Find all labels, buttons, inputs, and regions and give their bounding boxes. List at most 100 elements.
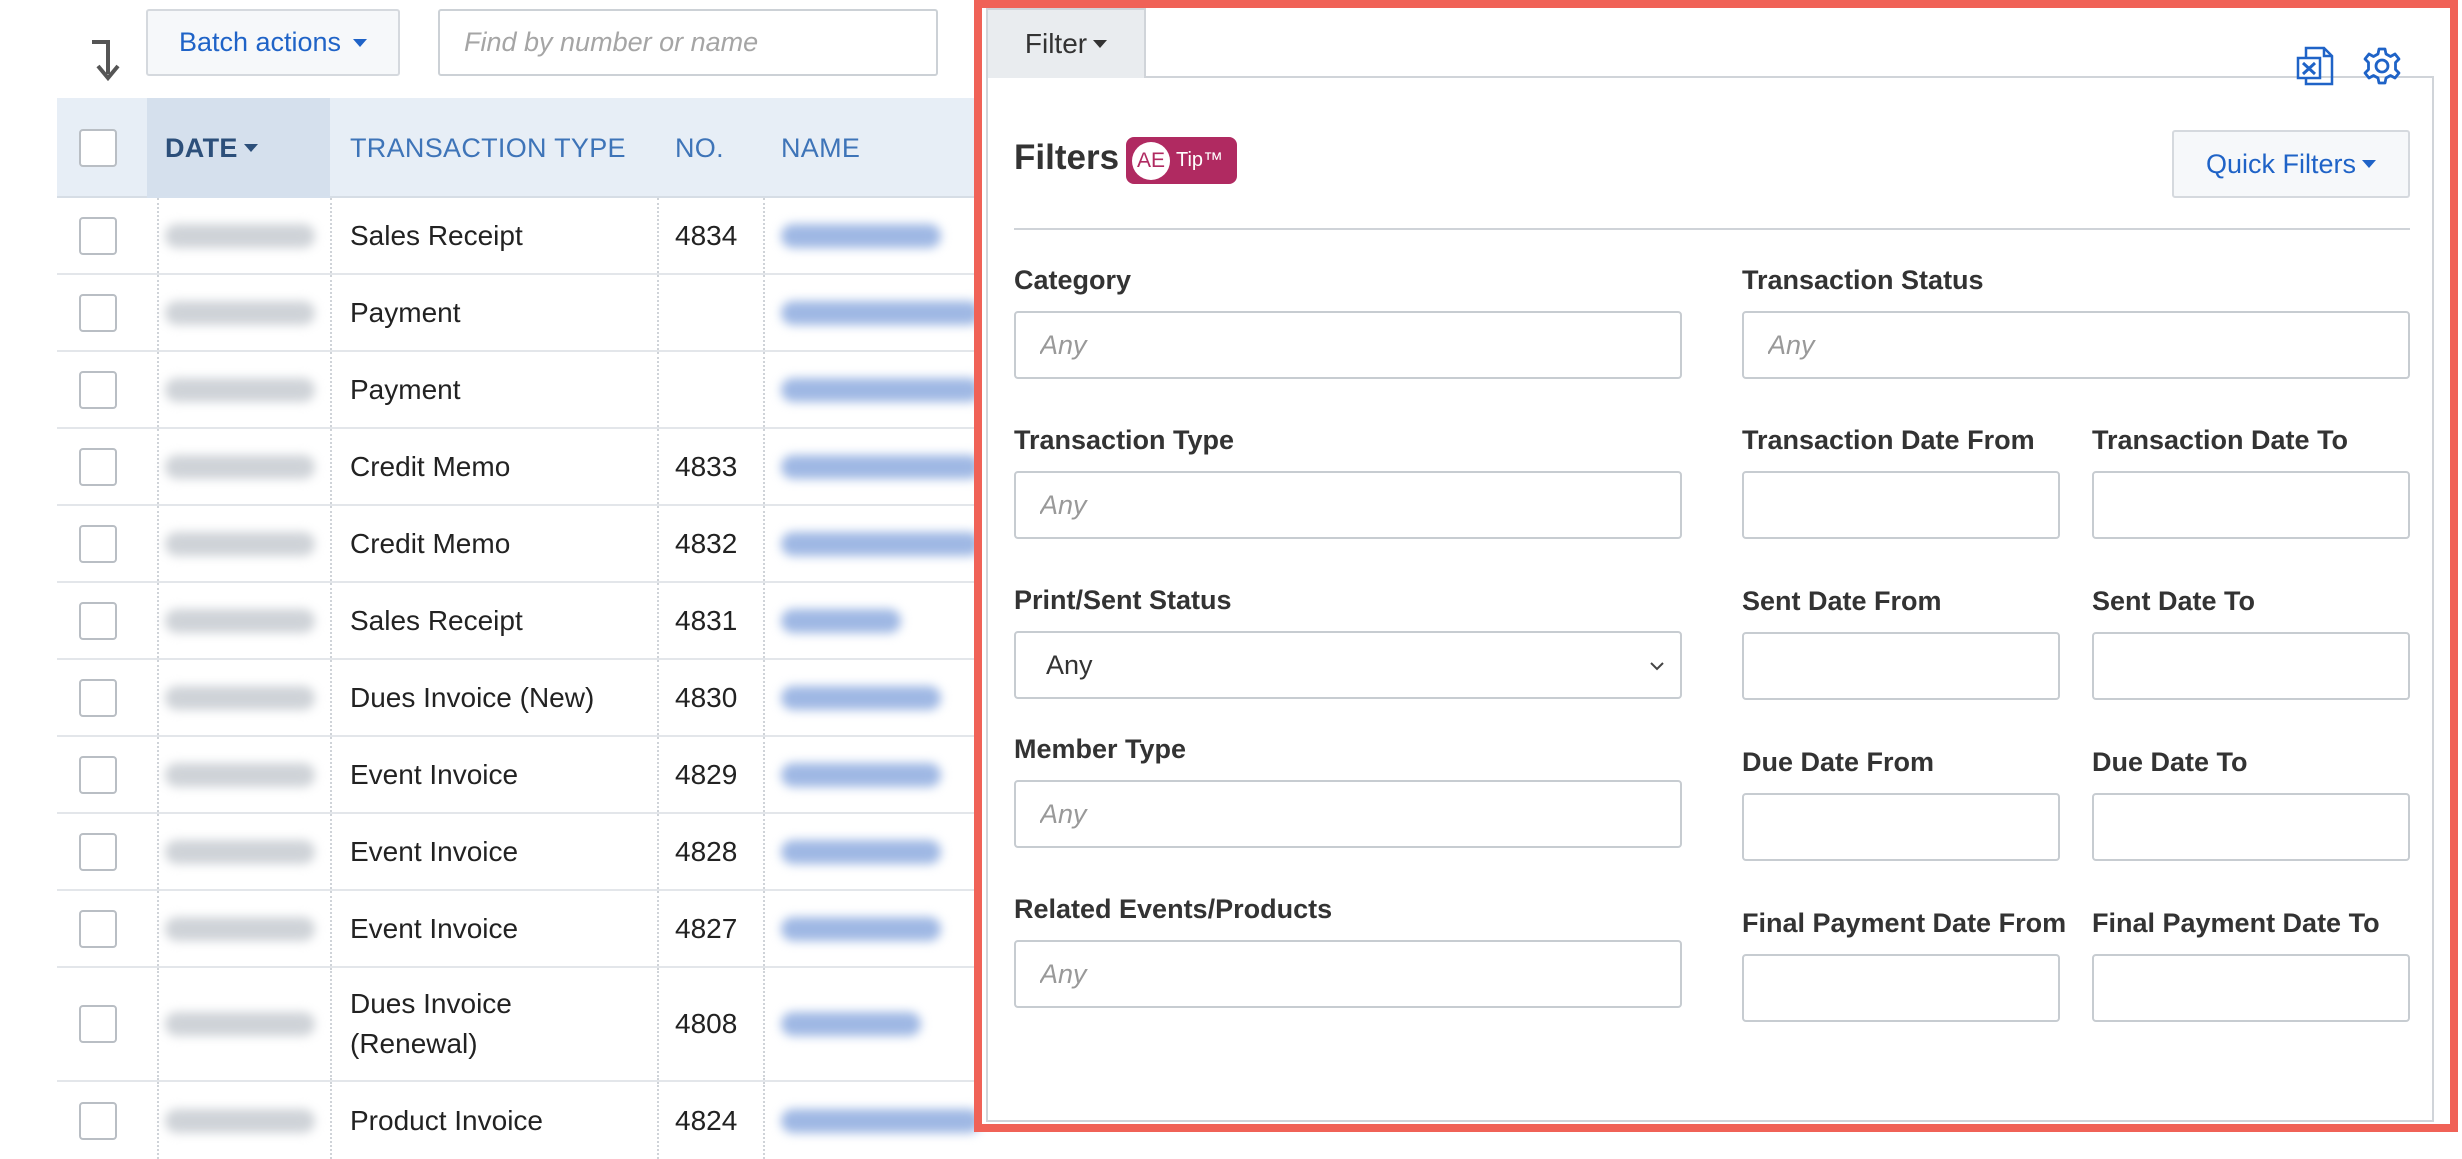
- sent-date-from-label: Sent Date From: [1742, 586, 1942, 616]
- row-checkbox[interactable]: [79, 524, 117, 563]
- row-checkbox[interactable]: [79, 832, 117, 871]
- member-type-label: Member Type: [1014, 734, 1187, 764]
- date-value-redacted: [165, 762, 315, 787]
- name-link-redacted[interactable]: [781, 531, 981, 556]
- print-sent-status-label: Print/Sent Status: [1014, 585, 1232, 615]
- number-cell: 4830: [675, 681, 738, 713]
- chevron-down-icon: [1650, 662, 1664, 671]
- table-row[interactable]: Event Invoice 4829: [57, 737, 1117, 814]
- excel-export-icon[interactable]: [2294, 44, 2338, 88]
- transaction-status-input[interactable]: [1742, 311, 2410, 379]
- column-header-type-label: TRANSACTION TYPE: [350, 132, 626, 163]
- sent-date-from-input[interactable]: [1742, 632, 2060, 700]
- transaction-type-cell: Dues Invoice (Renewal): [350, 968, 512, 1080]
- caret-down-icon: [2362, 160, 2377, 168]
- print-sent-status-value: Any: [1046, 649, 1093, 680]
- name-link-redacted[interactable]: [781, 916, 941, 941]
- number-cell: 4831: [675, 604, 738, 636]
- name-link-redacted[interactable]: [781, 1012, 921, 1036]
- column-header-date[interactable]: DATE: [147, 98, 330, 198]
- row-checkbox[interactable]: [79, 909, 117, 948]
- select-all-checkbox[interactable]: [79, 129, 117, 167]
- table-row[interactable]: Dues Invoice (New) 4830: [57, 660, 1117, 737]
- caret-down-icon: [353, 38, 368, 47]
- category-label: Category: [1014, 265, 1132, 295]
- row-checkbox[interactable]: [79, 1101, 117, 1140]
- table-row[interactable]: Product Invoice 4824: [57, 1082, 1117, 1159]
- transaction-type-cell: Payment: [350, 373, 461, 405]
- transaction-date-to-input[interactable]: [2092, 471, 2410, 539]
- name-link-redacted[interactable]: [781, 377, 981, 402]
- date-value-redacted: [165, 685, 315, 710]
- quick-filters-label: Quick Filters: [2205, 148, 2357, 179]
- date-value-redacted: [165, 608, 315, 633]
- row-checkbox[interactable]: [79, 447, 117, 486]
- row-checkbox[interactable]: [79, 678, 117, 717]
- name-link-redacted[interactable]: [781, 454, 981, 479]
- member-type-input[interactable]: [1014, 780, 1682, 848]
- table-row[interactable]: Dues Invoice (Renewal) 4808: [57, 968, 1117, 1082]
- number-cell: 4828: [675, 835, 738, 867]
- table-row[interactable]: Credit Memo 4832: [57, 506, 1117, 583]
- table-row[interactable]: Event Invoice 4827: [57, 891, 1117, 968]
- table-row[interactable]: Payment: [57, 352, 1117, 429]
- print-sent-status-select[interactable]: Any: [1014, 631, 1682, 699]
- due-date-from-input[interactable]: [1742, 793, 2060, 861]
- transaction-type-label: Transaction Type: [1014, 425, 1235, 455]
- row-checkbox[interactable]: [79, 370, 117, 409]
- row-checkbox[interactable]: [79, 601, 117, 640]
- name-link-redacted[interactable]: [781, 223, 941, 248]
- column-header-name[interactable]: NAME: [781, 98, 860, 198]
- column-header-name-label: NAME: [781, 132, 861, 163]
- due-date-to-input[interactable]: [2092, 793, 2410, 861]
- final-payment-to-input[interactable]: [2092, 954, 2410, 1022]
- transaction-type-cell: Credit Memo: [350, 450, 511, 482]
- name-link-redacted[interactable]: [781, 839, 941, 864]
- transaction-status-label: Transaction Status: [1742, 265, 1984, 295]
- row-checkbox[interactable]: [79, 216, 117, 255]
- date-value-redacted: [165, 1012, 315, 1036]
- table-row[interactable]: Sales Receipt 4834: [57, 198, 1117, 275]
- transaction-type-cell: Dues Invoice (New): [350, 681, 595, 713]
- transaction-date-from-input[interactable]: [1742, 471, 2060, 539]
- table-row[interactable]: Credit Memo 4833: [57, 429, 1117, 506]
- table-header: DATE TRANSACTION TYPE NO. NAME: [57, 98, 1117, 198]
- number-cell: 4833: [675, 450, 738, 482]
- number-cell: 4829: [675, 758, 738, 790]
- sent-date-to-input[interactable]: [2092, 632, 2410, 700]
- transaction-type-input[interactable]: [1014, 471, 1682, 539]
- settings-gear-icon[interactable]: [2360, 44, 2404, 88]
- transaction-date-to-label: Transaction Date To: [2092, 425, 2349, 455]
- batch-actions-label: Batch actions: [178, 27, 342, 57]
- table-row[interactable]: Payment: [57, 275, 1117, 352]
- select-all-cell: [79, 98, 117, 198]
- row-checkbox[interactable]: [79, 755, 117, 794]
- search-input[interactable]: [438, 9, 938, 76]
- name-link-redacted[interactable]: [781, 608, 901, 633]
- name-link-redacted[interactable]: [781, 762, 941, 787]
- related-events-label: Related Events/Products: [1014, 894, 1333, 924]
- column-header-number[interactable]: NO.: [675, 98, 724, 198]
- name-link-redacted[interactable]: [781, 685, 941, 710]
- sort-arrow-icon[interactable]: [86, 36, 122, 84]
- table-row[interactable]: Sales Receipt 4831: [57, 583, 1117, 660]
- number-cell: 4834: [675, 219, 738, 251]
- transaction-type-cell: Sales Receipt: [350, 604, 523, 636]
- related-events-input[interactable]: [1014, 940, 1682, 1008]
- row-checkbox[interactable]: [79, 293, 117, 332]
- final-payment-from-input[interactable]: [1742, 954, 2060, 1022]
- date-value-redacted: [165, 454, 315, 479]
- quick-filters-button[interactable]: Quick Filters: [2172, 130, 2410, 198]
- ae-tip-badge[interactable]: AE Tip™: [1126, 137, 1237, 184]
- filters-divider: [1014, 228, 2410, 230]
- number-cell: 4827: [675, 912, 738, 944]
- batch-actions-button[interactable]: Batch actions: [146, 9, 400, 76]
- table-row[interactable]: Event Invoice 4828: [57, 814, 1117, 891]
- column-header-transaction-type[interactable]: TRANSACTION TYPE: [350, 98, 626, 198]
- number-cell: 4808: [675, 1008, 738, 1039]
- name-link-redacted[interactable]: [781, 1108, 981, 1133]
- filter-toggle-button[interactable]: Filter: [986, 8, 1146, 78]
- category-input[interactable]: [1014, 311, 1682, 379]
- name-link-redacted[interactable]: [781, 300, 981, 325]
- row-checkbox[interactable]: [79, 1005, 117, 1043]
